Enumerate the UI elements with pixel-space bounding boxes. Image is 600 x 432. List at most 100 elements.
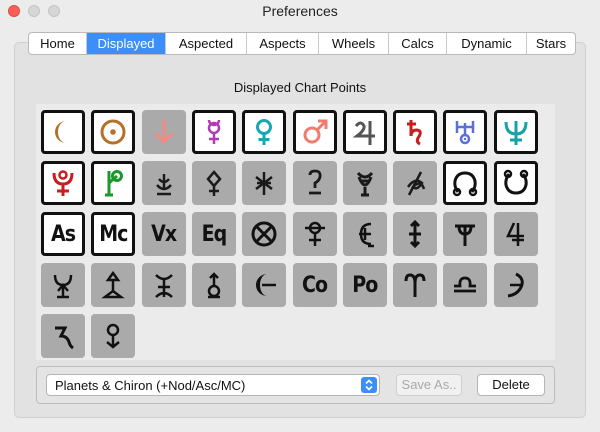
part-icon [248,218,280,250]
chart-point-toggle[interactable] [91,161,136,205]
chart-point-toggle[interactable] [493,161,538,205]
sun-icon [97,116,129,148]
earth-icon [148,116,180,148]
saturn-icon [399,116,431,148]
neptune-icon [500,116,532,148]
fortune-icon [399,167,431,199]
chart-point-toggle[interactable] [443,212,488,256]
chart-point-toggle[interactable] [443,263,488,307]
preferences-window: Preferences Home Displayed Aspected Aspe… [0,0,600,432]
section-title: Displayed Chart Points [233,80,367,95]
libra-point-icon [449,269,481,301]
chart-point-toggle[interactable] [493,263,538,307]
uranus-icon [449,116,481,148]
chart-point-toggle[interactable]: Mc [91,212,136,256]
lilith-true-icon [248,269,280,301]
preset-select-value: Planets & Chiron (+Nod/Asc/MC) [55,378,246,393]
pluto-icon [47,167,79,199]
pallas-icon [198,167,230,199]
ascendant-label: As [50,221,76,247]
delete-button[interactable]: Delete [477,374,545,396]
juno-icon [248,167,280,199]
save-as-button[interactable]: Save As.. [396,374,462,396]
hades-icon [299,218,331,250]
tab-displayed[interactable]: Displayed [87,33,166,54]
chart-point-toggle[interactable] [292,161,337,205]
mars-icon [299,116,331,148]
chart-point-toggle[interactable] [493,110,538,154]
polar-ascendant-label: Po [352,272,378,298]
selena-icon [500,269,532,301]
chart-point-toggle[interactable] [242,161,287,205]
chart-point-toggle[interactable] [242,212,287,256]
chart-point-toggle[interactable] [342,161,387,205]
chart-point-toggle[interactable]: Vx [141,212,186,256]
tab-calcs[interactable]: Calcs [389,33,447,54]
venus-icon [248,116,280,148]
chart-point-toggle[interactable] [342,110,387,154]
chart-point-toggle[interactable] [393,161,438,205]
tab-home[interactable]: Home [29,33,87,54]
tab-bar: Home Displayed Aspected Aspects Wheels C… [28,32,576,55]
chart-point-toggle[interactable] [141,263,186,307]
chart-point-toggle[interactable] [91,263,136,307]
chart-point-toggle[interactable] [242,263,287,307]
chart-point-toggle[interactable] [443,110,488,154]
kronos-icon [449,218,481,250]
chart-point-toggle[interactable] [91,314,136,358]
cupido-icon [349,218,381,250]
chart-point-toggle[interactable] [41,110,85,154]
chart-point-toggle[interactable] [191,263,236,307]
chart-point-toggle[interactable]: Co [292,263,337,307]
psyche-icon [97,320,129,352]
vertex-label: Vx [151,221,177,247]
moon-icon [47,116,79,148]
north-node-icon [449,167,481,199]
chart-points-grid: As Mc Vx Eq Co Po [36,104,555,360]
updown-arrows-icon [361,377,377,393]
chart-point-toggle[interactable] [342,212,387,256]
coascendant-label: Co [302,272,328,298]
chart-point-toggle[interactable] [41,314,85,358]
transpluto-icon [198,269,230,301]
ceres-icon [148,167,180,199]
tab-aspects[interactable]: Aspects [247,33,319,54]
lilith-icon [349,167,381,199]
chart-point-toggle[interactable] [141,161,186,205]
chart-point-toggle[interactable] [91,110,136,154]
jupiter-icon [349,116,381,148]
zeus-icon [399,218,431,250]
chart-point-toggle[interactable] [493,212,538,256]
chart-point-toggle[interactable] [393,110,438,154]
chart-point-toggle[interactable] [242,110,287,154]
tab-dynamic[interactable]: Dynamic [447,33,527,54]
chart-point-toggle[interactable] [191,161,236,205]
apollon-icon [500,218,532,250]
chart-point-toggle[interactable] [393,263,438,307]
chart-point-toggle[interactable] [41,161,85,205]
vesta-icon [299,167,331,199]
chart-point-toggle[interactable]: Eq [191,212,236,256]
chiron-icon [97,167,129,199]
mercury-icon [198,116,230,148]
chart-point-toggle[interactable]: Po [342,263,387,307]
chart-point-toggle[interactable] [443,161,488,205]
tab-wheels[interactable]: Wheels [319,33,389,54]
tab-aspected[interactable]: Aspected [166,33,247,54]
chart-point-toggle[interactable] [41,263,85,307]
midheaven-label: Mc [99,221,128,247]
east-point-label: Eq [201,221,228,247]
chart-point-toggle[interactable] [292,212,337,256]
chart-point-toggle[interactable] [292,110,337,154]
vulkanus-icon [97,269,129,301]
title-bar: Preferences [0,0,600,22]
admetos-icon [47,269,79,301]
chart-point-toggle[interactable] [393,212,438,256]
chart-point-toggle[interactable]: As [41,212,85,256]
chart-point-toggle[interactable] [141,110,186,154]
aries-point-icon [399,269,431,301]
chart-point-toggle[interactable] [191,110,236,154]
south-node-icon [500,167,532,199]
preset-select[interactable]: Planets & Chiron (+Nod/Asc/MC) [46,374,380,396]
tab-stars[interactable]: Stars [527,33,575,54]
